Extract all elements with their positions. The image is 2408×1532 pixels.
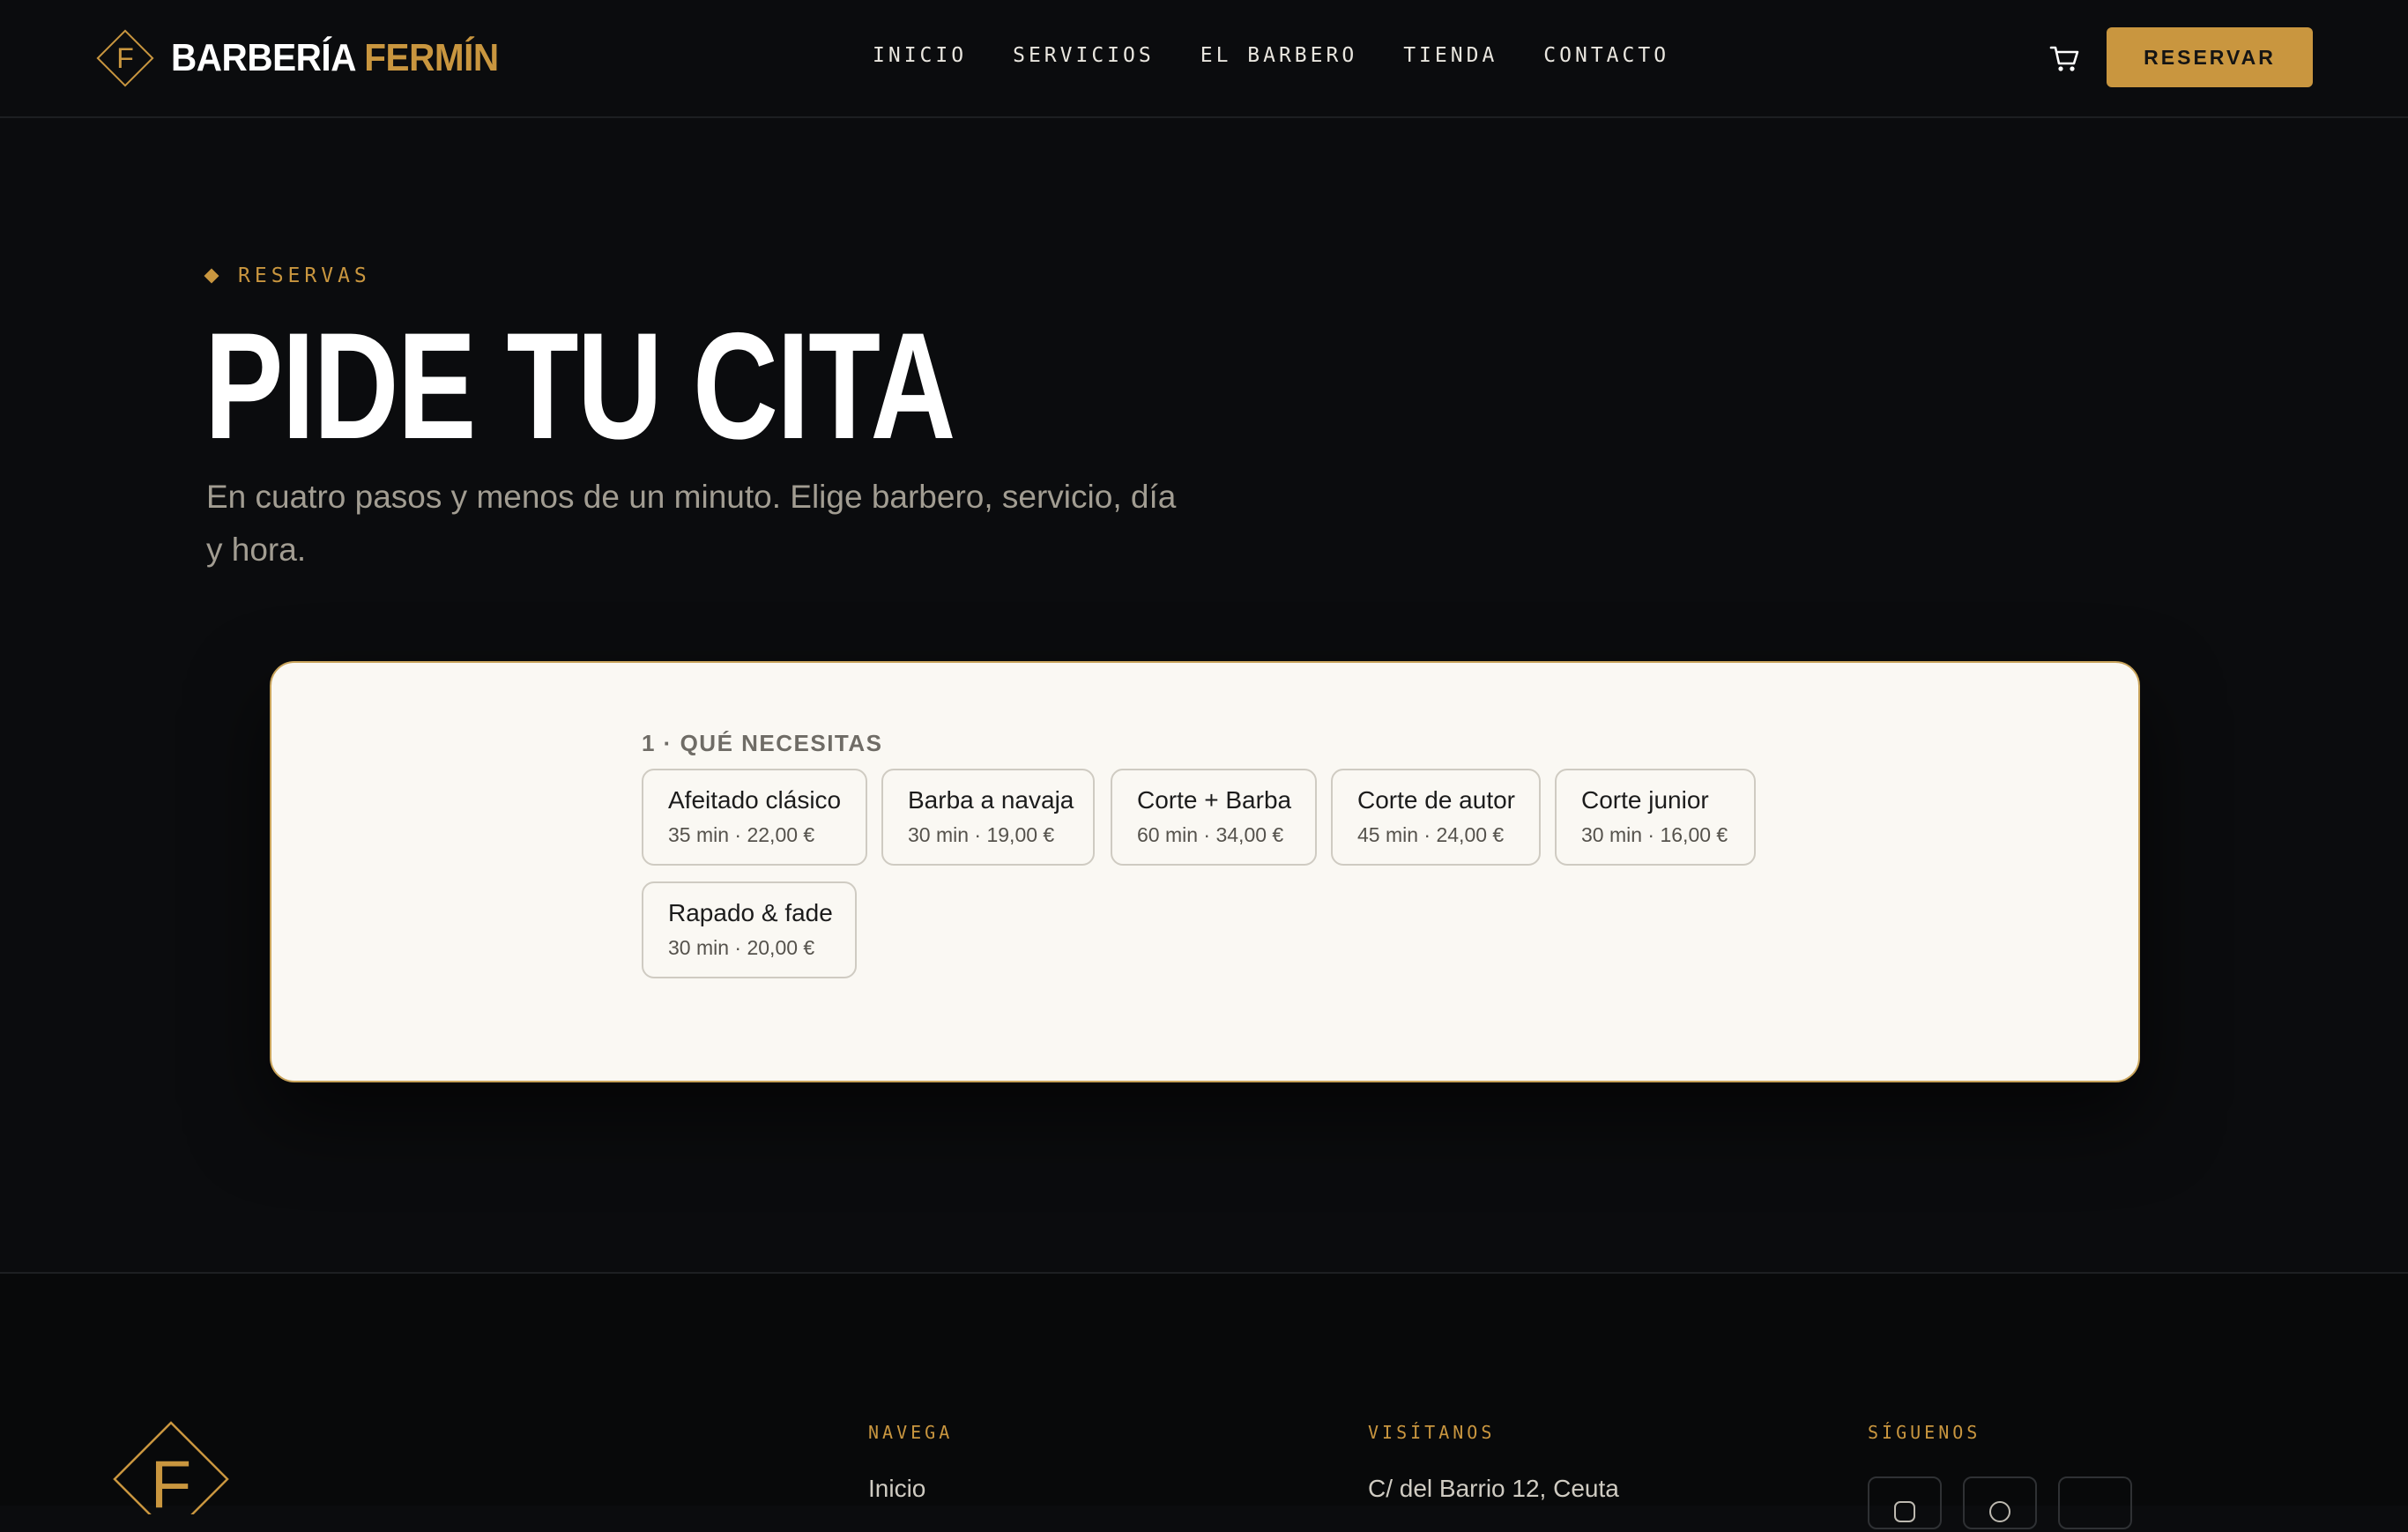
nav-item-inicio[interactable]: INICIO xyxy=(873,44,967,67)
site-footer: F NAVEGA Inicio VISÍTANOS C/ del Barrio … xyxy=(0,1274,2408,1532)
nav-item-servicios[interactable]: SERVICIOS xyxy=(1013,44,1155,67)
service-name: Corte junior xyxy=(1581,786,1709,814)
service-name: Corte de autor xyxy=(1357,786,1515,814)
whatsapp-icon[interactable] xyxy=(1963,1476,2037,1529)
booking-card: 1 · QUÉ NECESITAS Afeitado clásico 35 mi… xyxy=(270,661,2140,1082)
main-nav: INICIO SERVICIOS EL BARBERO TIENDA CONTA… xyxy=(873,44,1715,67)
service-meta: 35 min · 22,00 € xyxy=(668,823,815,846)
social-icon[interactable] xyxy=(2058,1476,2132,1529)
brand-name-white: BARBERÍA xyxy=(171,36,355,79)
service-name: Afeitado clásico xyxy=(668,786,842,814)
instagram-icon[interactable] xyxy=(1868,1476,1942,1529)
page-title: PIDE TU CITA xyxy=(204,301,955,471)
step-label: 1 · QUÉ NECESITAS xyxy=(642,730,883,756)
brand-logo[interactable]: F BARBERÍA FERMÍN xyxy=(93,26,527,90)
footer-col-title-visitanos: VISÍTANOS xyxy=(1368,1422,1496,1443)
service-option-afeitado-clasico[interactable]: Afeitado clásico 35 min · 22,00 € xyxy=(642,769,867,866)
service-option-corte-barba[interactable]: Corte + Barba 60 min · 34,00 € xyxy=(1111,769,1317,866)
service-option-barba-a-navaja[interactable]: Barba a navaja 30 min · 19,00 € xyxy=(881,769,1095,866)
footer-col-title-siguenos: SÍGUENOS xyxy=(1868,1422,1981,1443)
service-name: Rapado & fade xyxy=(668,899,833,926)
diamond-bullet-icon xyxy=(204,268,219,284)
brand-name: BARBERÍA FERMÍN xyxy=(171,36,499,80)
service-meta: 30 min · 16,00 € xyxy=(1581,823,1728,846)
footer-logo-letter: F xyxy=(151,1447,191,1514)
service-option-rapado-fade[interactable]: Rapado & fade 30 min · 20,00 € xyxy=(642,881,857,978)
brand-mark-letter: F xyxy=(116,42,134,74)
service-meta: 60 min · 34,00 € xyxy=(1137,823,1284,846)
service-meta: 30 min · 19,00 € xyxy=(908,823,1055,846)
service-name: Barba a navaja xyxy=(908,786,1074,814)
brand-name-gold: FERMÍN xyxy=(364,36,499,79)
service-option-corte-de-autor[interactable]: Corte de autor 45 min · 24,00 € xyxy=(1331,769,1541,866)
eyebrow-label: RESERVAS xyxy=(238,264,371,287)
page-subtitle: En cuatro pasos y menos de un minuto. El… xyxy=(206,479,1177,568)
service-option-corte-junior[interactable]: Corte junior 30 min · 16,00 € xyxy=(1555,769,1756,866)
cart-icon[interactable] xyxy=(2047,41,2082,76)
nav-item-contacto[interactable]: CONTACTO xyxy=(1543,44,1669,67)
footer-address: C/ del Barrio 12, Ceuta xyxy=(1368,1475,1619,1502)
site-header: F BARBERÍA FERMÍN INICIO SERVICIOS EL BA… xyxy=(0,0,2408,118)
footer-link-inicio[interactable]: Inicio xyxy=(868,1475,925,1503)
footer-col-title-navega: NAVEGA xyxy=(868,1422,954,1443)
service-meta: 45 min · 24,00 € xyxy=(1357,823,1505,846)
footer-diamond-logo-icon[interactable]: F xyxy=(109,1417,233,1532)
nav-item-tienda[interactable]: TIENDA xyxy=(1403,44,1498,67)
service-meta: 30 min · 20,00 € xyxy=(668,936,815,959)
diamond-logo-icon: F xyxy=(93,26,157,90)
section-eyebrow: RESERVAS xyxy=(204,264,371,287)
reserve-button[interactable]: RESERVAR xyxy=(2107,27,2313,87)
nav-item-el-barbero[interactable]: EL BARBERO xyxy=(1200,44,1357,67)
service-name: Corte + Barba xyxy=(1137,786,1292,814)
